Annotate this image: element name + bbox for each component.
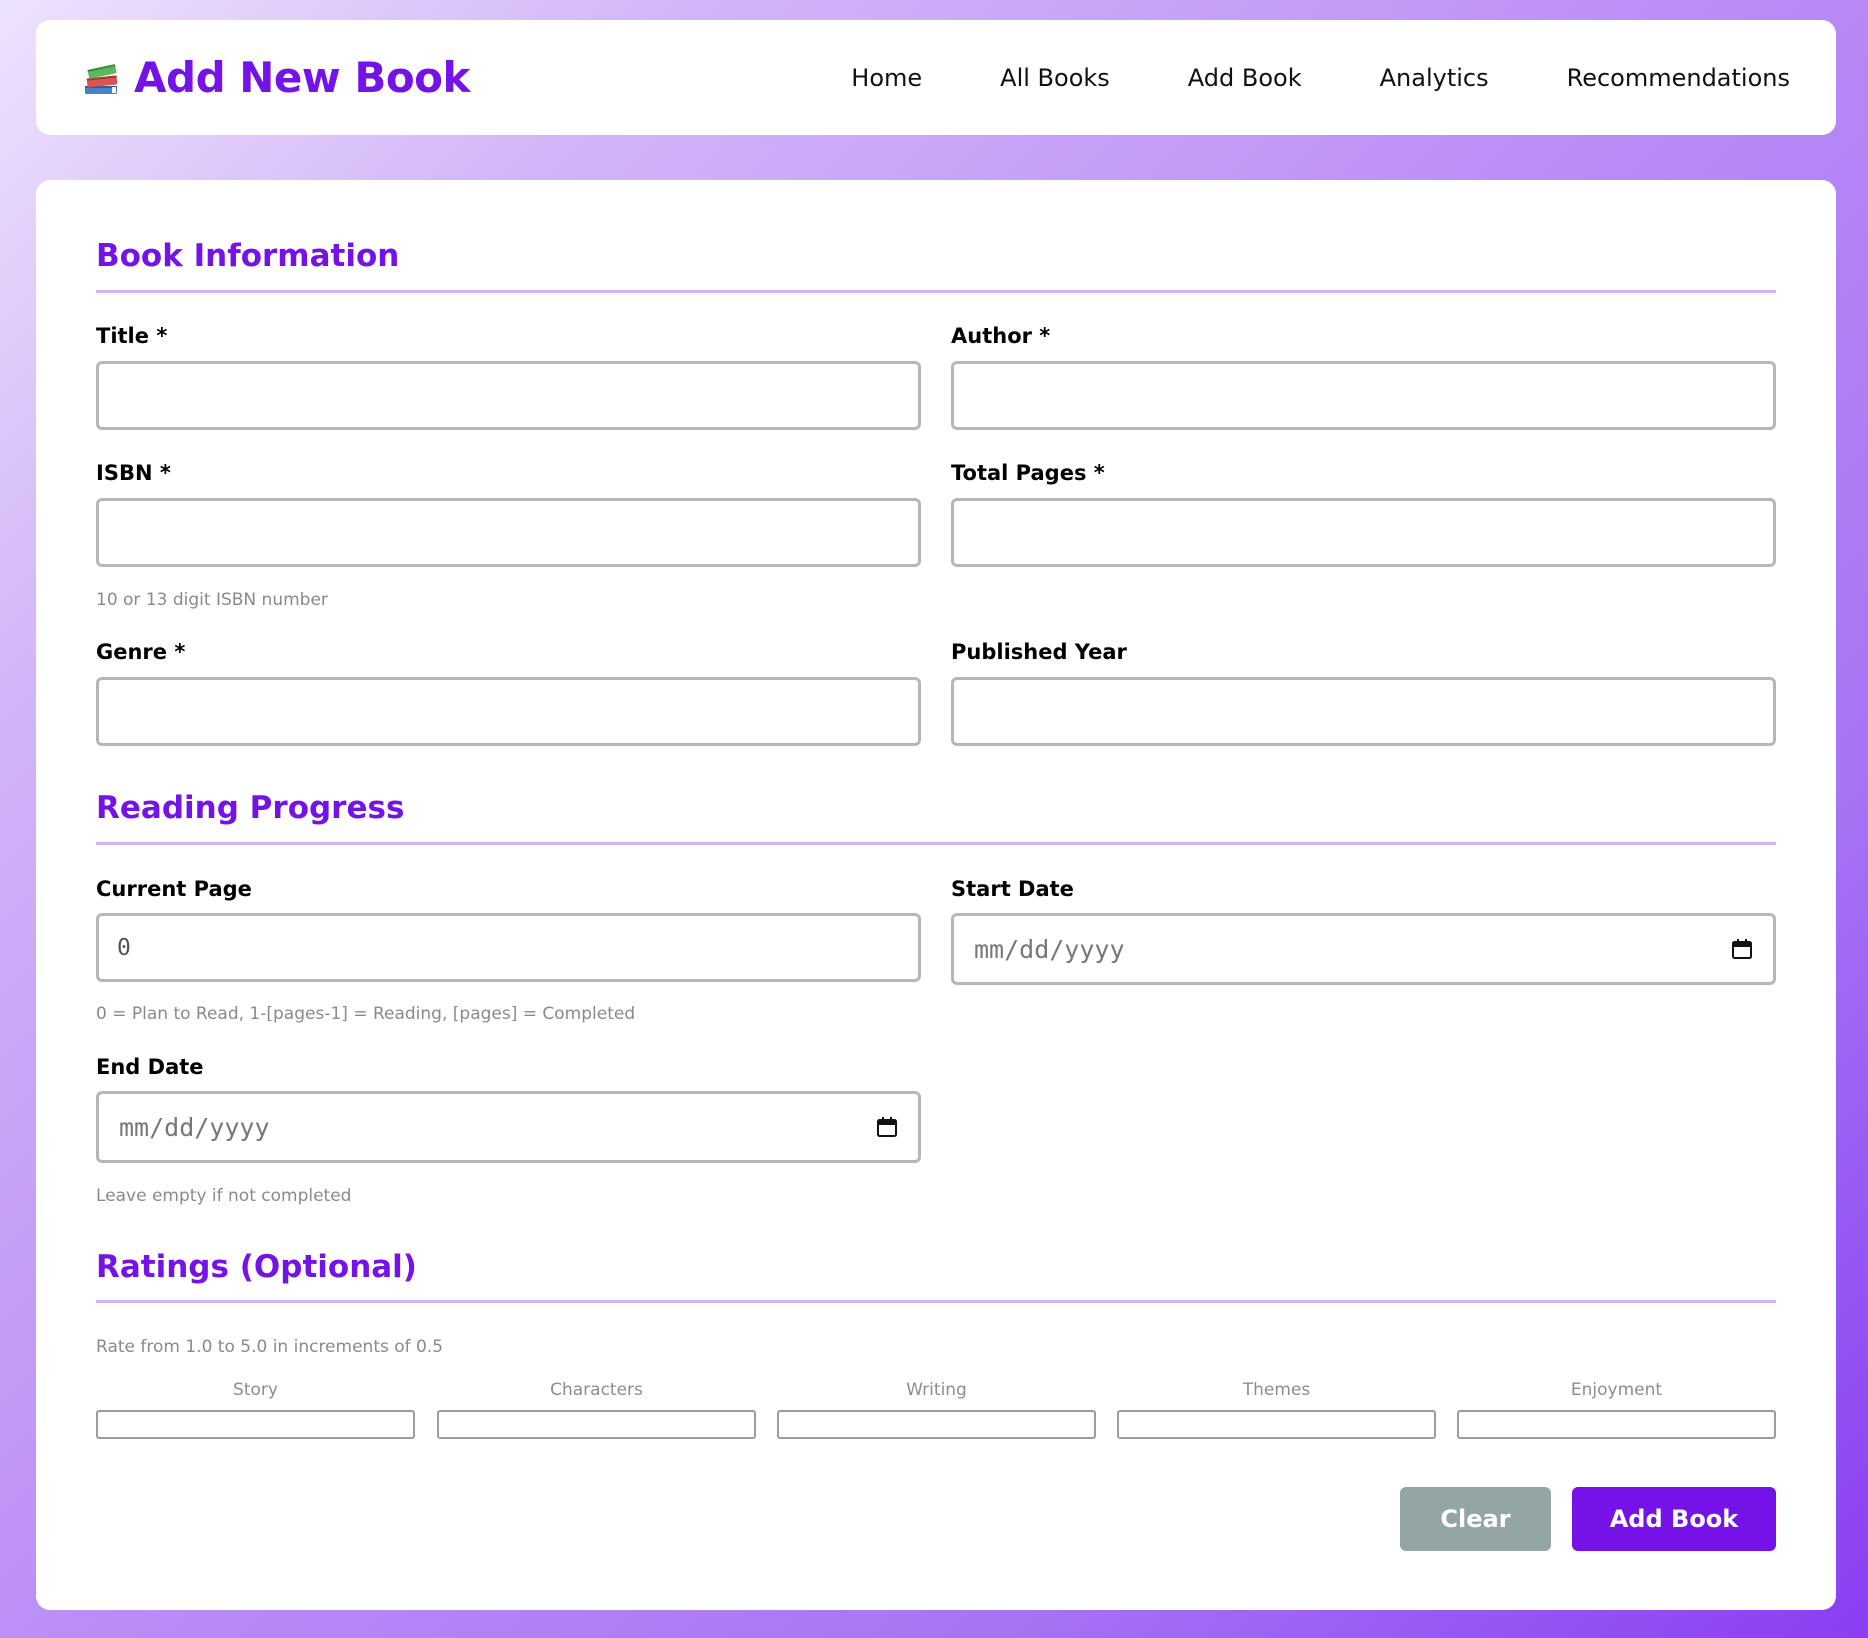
genre-label: Genre *: [96, 640, 186, 664]
rating-label: Enjoyment: [1570, 1380, 1663, 1400]
start-date-label: Start Date: [951, 877, 1074, 901]
rating-label: Characters: [550, 1380, 643, 1400]
page-title: Add New Book: [134, 53, 470, 102]
rating-story: Story: [96, 1380, 415, 1439]
rating-characters-input[interactable]: [437, 1410, 756, 1439]
author-label: Author *: [951, 324, 1051, 348]
rating-characters: Characters: [437, 1380, 756, 1439]
end-date-label: End Date: [96, 1055, 204, 1079]
add-book-button[interactable]: Add Book: [1572, 1487, 1776, 1551]
genre-input[interactable]: [96, 677, 921, 746]
title-label: Title *: [96, 324, 168, 348]
nav-add-book[interactable]: Add Book: [1188, 64, 1302, 92]
rating-writing-input[interactable]: [777, 1410, 1096, 1439]
nav-analytics[interactable]: Analytics: [1380, 64, 1489, 92]
start-date-placeholder: mm/dd/yyyy: [974, 934, 1125, 964]
rating-writing: Writing: [777, 1380, 1096, 1439]
nav-home[interactable]: Home: [851, 64, 922, 92]
calendar-icon[interactable]: [1731, 938, 1753, 960]
author-input[interactable]: [951, 361, 1776, 430]
section-divider: [96, 1300, 1776, 1303]
rating-enjoyment-input[interactable]: [1457, 1410, 1776, 1439]
end-date-input[interactable]: mm/dd/yyyy: [96, 1091, 921, 1163]
rating-themes-input[interactable]: [1117, 1410, 1436, 1439]
main-nav: Home All Books Add Book Analytics Recomm…: [773, 64, 1790, 92]
isbn-hint: 10 or 13 digit ISBN number: [96, 590, 328, 610]
book-form: Book Information Title * Author * ISBN *…: [36, 180, 1836, 1610]
section-divider: [96, 842, 1776, 845]
rating-enjoyment: Enjoyment: [1457, 1380, 1776, 1439]
published-year-input[interactable]: [951, 677, 1776, 746]
nav-recommendations[interactable]: Recommendations: [1567, 64, 1790, 92]
ratings-hint: Rate from 1.0 to 5.0 in increments of 0.…: [96, 1337, 444, 1357]
calendar-icon[interactable]: [876, 1116, 898, 1138]
brand: Add New Book: [82, 53, 470, 102]
current-page-label: Current Page: [96, 877, 252, 901]
section-title-ratings: Ratings (Optional): [96, 1249, 417, 1285]
end-date-placeholder: mm/dd/yyyy: [119, 1112, 270, 1142]
isbn-input[interactable]: [96, 498, 921, 567]
rating-themes: Themes: [1117, 1380, 1436, 1439]
total-pages-input[interactable]: [951, 498, 1776, 567]
rating-label: Story: [233, 1380, 278, 1400]
nav-all-books[interactable]: All Books: [1000, 64, 1110, 92]
current-page-hint: 0 = Plan to Read, 1-[pages-1] = Reading,…: [96, 1004, 636, 1024]
section-title-book-information: Book Information: [96, 238, 400, 274]
books-icon: [82, 58, 122, 98]
section-divider: [96, 290, 1776, 293]
current-page-input[interactable]: [96, 913, 921, 982]
isbn-label: ISBN *: [96, 461, 171, 485]
rating-label: Writing: [906, 1380, 967, 1400]
total-pages-label: Total Pages *: [951, 461, 1105, 485]
rating-label: Themes: [1242, 1380, 1311, 1400]
clear-button[interactable]: Clear: [1400, 1487, 1551, 1551]
top-header: Add New Book Home All Books Add Book Ana…: [36, 20, 1836, 135]
title-input[interactable]: [96, 361, 921, 430]
rating-story-input[interactable]: [96, 1410, 415, 1439]
published-year-label: Published Year: [951, 640, 1127, 664]
start-date-input[interactable]: mm/dd/yyyy: [951, 913, 1776, 985]
section-title-reading-progress: Reading Progress: [96, 790, 405, 826]
end-date-hint: Leave empty if not completed: [96, 1186, 352, 1206]
